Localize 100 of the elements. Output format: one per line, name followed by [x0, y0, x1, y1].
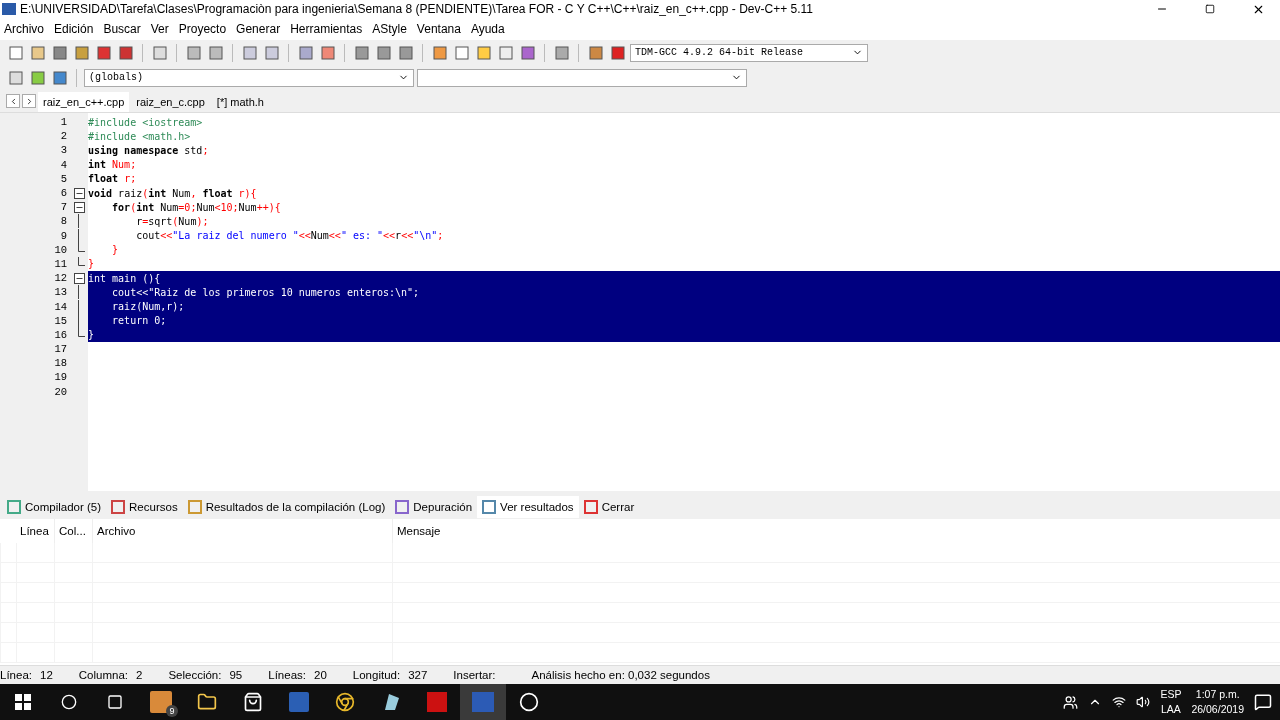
code-text: <<	[298, 230, 311, 242]
status-value: 95	[229, 669, 243, 681]
code-text: float	[201, 187, 233, 199]
windows-icon	[15, 694, 31, 710]
scope-select[interactable]: (globals)	[84, 68, 414, 87]
code-text: "La raiz del numero "	[172, 230, 299, 242]
code-text: r;	[123, 173, 137, 185]
code-text: (	[172, 215, 179, 227]
people-icon	[1063, 694, 1079, 710]
line-number: 13	[53, 286, 67, 299]
status-value: 327	[408, 669, 428, 681]
column-header: Mensaje	[392, 519, 1280, 543]
status-label: Insertar:	[453, 669, 496, 681]
code-text: using namespace	[88, 144, 179, 156]
code-text: =	[142, 215, 149, 227]
menu-item[interactable]: Herramientas	[286, 22, 369, 36]
menu-item[interactable]: Buscar	[99, 22, 147, 36]
code-text: Num	[196, 201, 215, 213]
layout-text: LAA	[1161, 702, 1181, 717]
code-text: );	[196, 215, 209, 227]
code-text: return 0;	[111, 315, 167, 327]
menu-item[interactable]: Generar	[232, 22, 287, 36]
fold-end-line	[78, 327, 85, 337]
file-tab[interactable]: raiz_en_c++.cpp	[38, 92, 130, 112]
line-number: 19	[53, 371, 67, 384]
line-number: 11	[53, 257, 67, 270]
code-text: <<	[383, 230, 396, 242]
line-number: 1	[59, 116, 67, 129]
file-tab[interactable]: [*] math.h	[211, 92, 269, 112]
line-number: 3	[59, 144, 67, 157]
code-text: <<	[328, 230, 341, 242]
symbol-select[interactable]	[417, 68, 747, 87]
wifi-icon	[1112, 695, 1127, 709]
code-text: std	[183, 144, 203, 156]
code-text: Num;	[111, 159, 137, 171]
file-tab[interactable]: raiz_en_c.cpp	[131, 92, 210, 112]
panel-tab[interactable]: Resultados de la compilación (Log)	[182, 496, 391, 518]
scroll-left-button[interactable]	[6, 94, 20, 108]
code-text: Num	[159, 201, 179, 213]
code-text: Num	[310, 230, 329, 242]
code-text: (	[130, 201, 137, 213]
compiler-select[interactable]: TDM-GCC 4.9.2 64-bit Release	[630, 43, 868, 62]
code-text: ;	[437, 230, 444, 242]
status-label: Selección:	[168, 669, 222, 681]
code-text: ;	[202, 144, 209, 156]
menu-item[interactable]: Archivo	[0, 22, 50, 36]
code-text: sqrt	[148, 215, 173, 227]
panel-tab[interactable]: Recursos	[106, 496, 183, 518]
volume-icon	[1136, 695, 1151, 709]
scroll-right-button[interactable]	[22, 94, 36, 108]
panel-tab[interactable]: Ver resultados	[477, 496, 579, 518]
code-text: ,	[190, 187, 197, 199]
line-number: 12	[53, 272, 67, 285]
menu-item[interactable]: Ventana	[412, 22, 467, 36]
menu-item[interactable]: Ayuda	[466, 22, 511, 36]
code-text: r	[135, 215, 143, 227]
window-title: E:\UNIVERSIDAD\Tarefa\Clases\Programaciòn para ingenieria\Semana 8 (PENDIENTE)\Tarea FOR - C Y C++\C++\raiz_en_c++.cpp - Dev-C++ 5.11	[20, 2, 814, 16]
app-tile-icon	[150, 691, 172, 713]
code-text: r	[395, 230, 402, 242]
line-number: 8	[59, 215, 67, 228]
fold-end-line	[78, 256, 85, 266]
panel-tab[interactable]: Cerrar	[578, 496, 640, 518]
code-text: }	[111, 244, 119, 256]
code-text: <<	[160, 230, 173, 242]
code-text: int	[136, 201, 155, 213]
app-icon	[2, 3, 16, 15]
code-text: }	[88, 329, 95, 341]
clock-time: 1:07 p.m.	[1195, 687, 1240, 702]
menu-item[interactable]: Proyecto	[174, 22, 233, 36]
line-number: 7	[59, 201, 67, 214]
panel-tab[interactable]: Compilador (5)	[2, 496, 107, 518]
fold-box-icon[interactable]	[73, 272, 85, 284]
code-text: "\n"	[413, 230, 438, 242]
code-text: <10;	[214, 201, 239, 213]
code-text: " es: "	[340, 230, 384, 242]
notification-badge: 9	[166, 705, 178, 717]
code-text: float	[88, 173, 119, 185]
line-number: 16	[53, 328, 67, 341]
panel-tab[interactable]: Depuración	[390, 496, 478, 518]
code-text: =0;	[178, 201, 197, 213]
column-header: Col...	[54, 519, 92, 543]
code-text: for	[111, 201, 131, 213]
line-number: 18	[53, 357, 67, 370]
fold-box-icon[interactable]	[73, 187, 85, 199]
code-text: (	[142, 187, 149, 199]
menu-item[interactable]: Ver	[146, 22, 175, 36]
status-value: 12	[40, 669, 53, 681]
code-text: raiz	[117, 187, 143, 199]
menu-item[interactable]: Edición	[50, 22, 100, 36]
taskbar-app[interactable]: 9	[138, 684, 184, 720]
line-number: 15	[53, 314, 67, 327]
line-number: 9	[59, 229, 67, 242]
clock-date: 26/06/2019	[1191, 702, 1244, 717]
ring-icon	[519, 692, 539, 712]
line-number: 10	[53, 243, 67, 256]
fold-box-icon[interactable]	[73, 201, 85, 213]
line-number: 14	[53, 300, 67, 313]
status-value: 20	[314, 669, 327, 681]
code-text: int	[88, 159, 107, 171]
menu-item[interactable]: AStyle	[368, 22, 413, 36]
